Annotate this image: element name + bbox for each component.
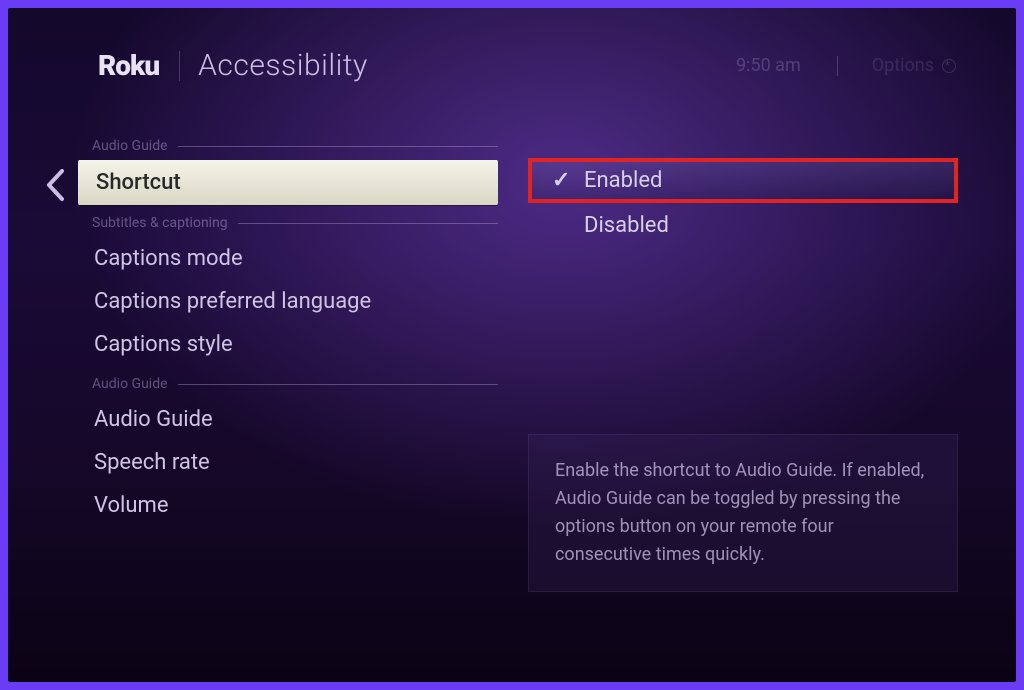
divider [178,146,498,147]
settings-screen: Roku Accessibility 9:50 am Options Audio… [8,8,1016,682]
settings-menu: Audio Guide Shortcut Subtitles & caption… [78,128,498,527]
header-right: 9:50 am Options [736,55,956,76]
roku-logo: Roku [98,49,159,82]
section-label: Subtitles & captioning [92,215,228,231]
description-panel: Enable the shortcut to Audio Guide. If e… [528,434,958,592]
menu-item-label: Captions mode [94,246,243,271]
menu-item-label: Captions style [94,332,233,357]
option-list: ✓ Enabled Disabled [528,158,958,248]
options-hint: Options [872,55,956,76]
menu-item-shortcut[interactable]: Shortcut [78,160,498,205]
section-header-audio-guide-top: Audio Guide [92,138,498,154]
section-label: Audio Guide [92,138,168,154]
menu-item-captions-mode[interactable]: Captions mode [78,237,498,280]
option-label: Enabled [584,168,662,193]
menu-item-captions-language[interactable]: Captions preferred language [78,280,498,323]
menu-item-label: Speech rate [94,450,210,475]
menu-item-audio-guide[interactable]: Audio Guide [78,398,498,441]
header: Roku Accessibility 9:50 am Options [98,48,956,83]
menu-item-label: Captions preferred language [94,289,371,314]
options-icon [942,59,956,73]
description-text: Enable the shortcut to Audio Guide. If e… [555,460,924,565]
menu-item-speech-rate[interactable]: Speech rate [78,441,498,484]
back-button[interactable] [44,168,66,208]
options-hint-label: Options [872,55,934,76]
separator [837,56,838,76]
divider [178,384,498,385]
option-enabled[interactable]: ✓ Enabled [528,158,958,203]
option-label: Disabled [584,213,669,238]
divider [238,223,498,224]
clock: 9:50 am [736,55,801,76]
check-icon: ✓ [552,168,570,193]
menu-item-captions-style[interactable]: Captions style [78,323,498,366]
section-label: Audio Guide [92,376,168,392]
menu-item-label: Volume [94,493,169,518]
section-header-audio-guide: Audio Guide [92,376,498,392]
chevron-left-icon [44,168,66,202]
option-disabled[interactable]: Disabled [528,203,958,248]
page-title: Accessibility [198,48,368,83]
menu-item-label: Shortcut [96,170,181,195]
menu-item-label: Audio Guide [94,407,213,432]
section-header-subtitles: Subtitles & captioning [92,215,498,231]
separator [179,51,180,81]
menu-item-volume[interactable]: Volume [78,484,498,527]
